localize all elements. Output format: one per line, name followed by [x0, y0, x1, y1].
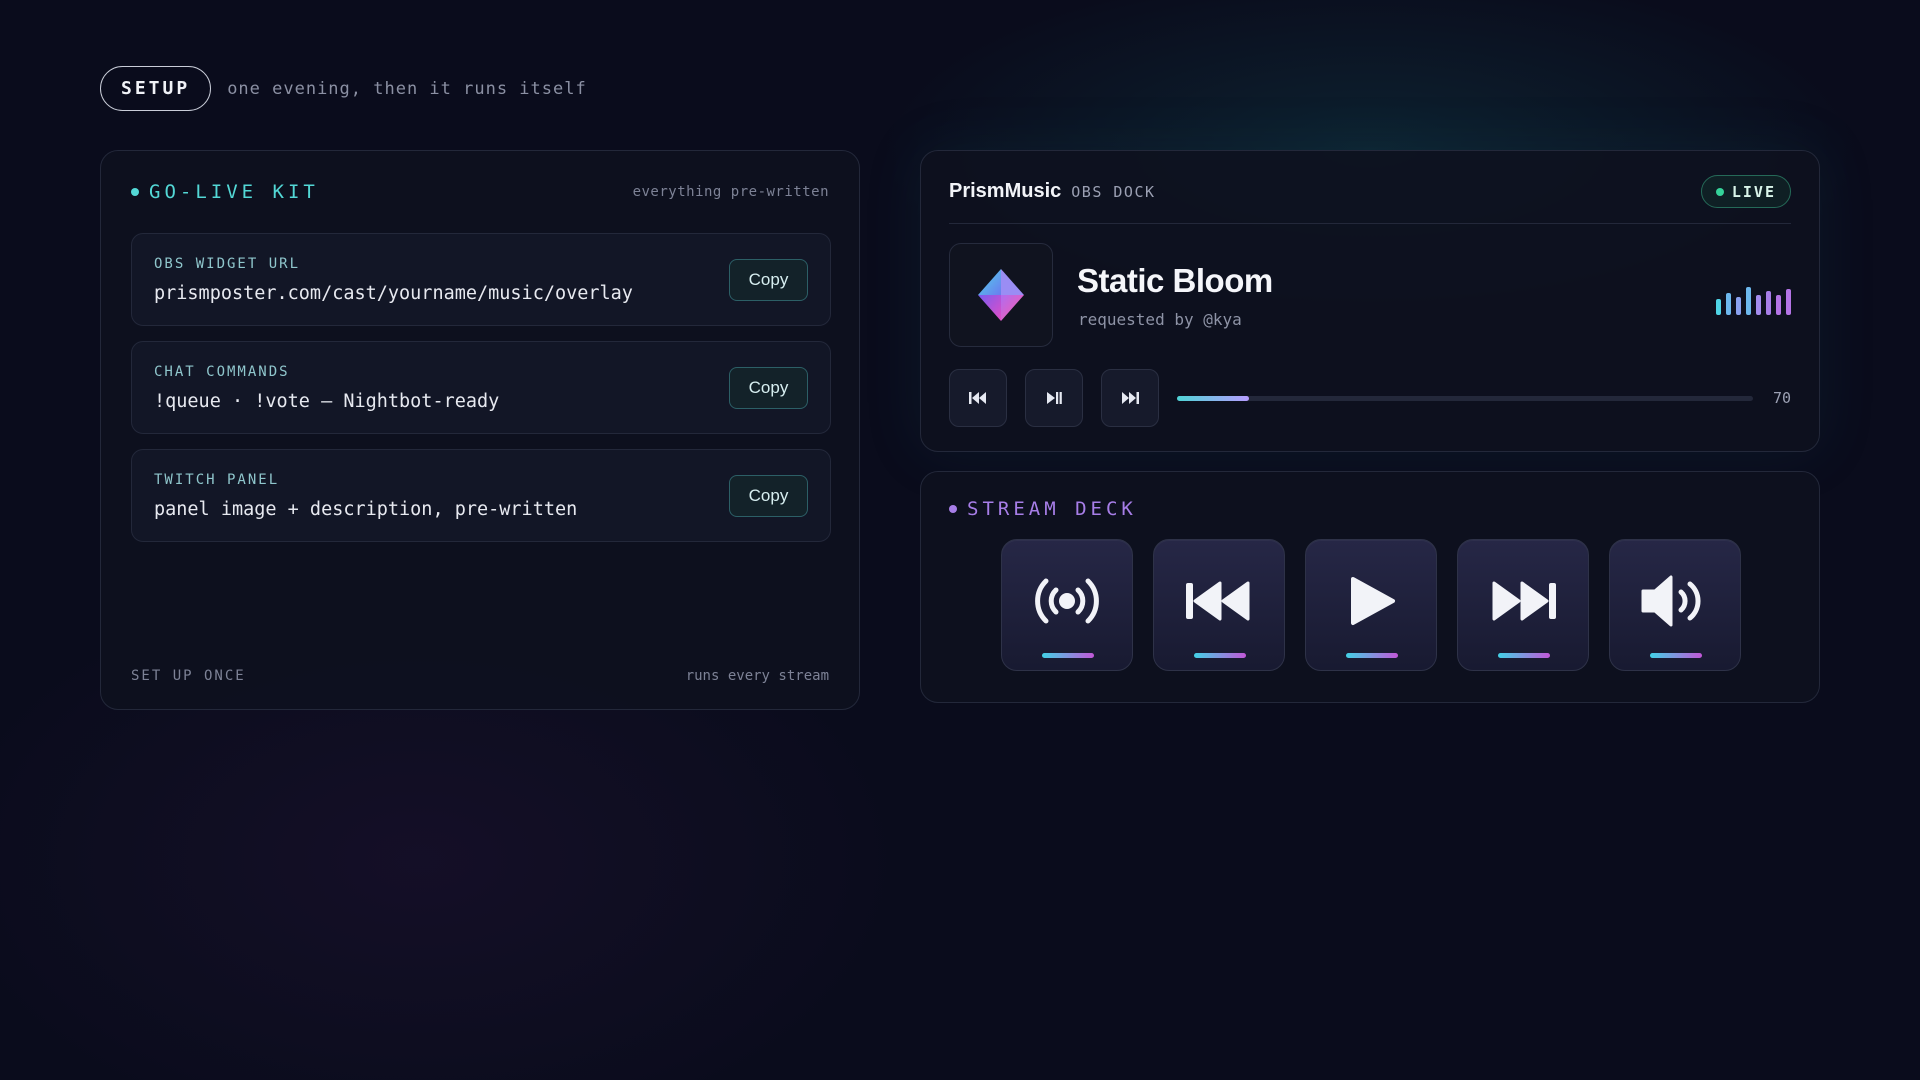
kit-card-obs-widget: OBS WIDGET URL prismposter.com/cast/your… [131, 233, 831, 326]
deck-button-play[interactable] [1305, 539, 1437, 671]
deck-button-accent [1194, 653, 1246, 658]
setup-pill: SETUP [100, 66, 212, 111]
dot-icon [131, 188, 139, 196]
play-pause-icon [1047, 392, 1062, 404]
stream-deck-title-text: STREAM DECK [967, 498, 1137, 520]
kit-card-label: OBS WIDGET URL [154, 256, 301, 272]
broadcast-icon [1035, 578, 1099, 624]
copy-button-obs-widget[interactable]: Copy [729, 259, 808, 301]
go-live-kit-title-text: GO-LIVE KIT [149, 181, 319, 203]
deck-button-accent [1346, 653, 1398, 658]
previous-icon [969, 392, 986, 404]
previous-button[interactable] [949, 369, 1007, 427]
previous-icon [1186, 581, 1250, 621]
stream-deck-panel: STREAM DECK [920, 471, 1820, 703]
play-icon [1351, 577, 1395, 625]
progress-value: 70 [1772, 389, 1791, 407]
kit-card-label: CHAT COMMANDS [154, 364, 290, 380]
track-title: Static Bloom [1077, 262, 1273, 299]
kit-card-value: panel image + description, pre-written [154, 499, 578, 520]
live-status-badge: LIVE [1700, 175, 1791, 208]
next-button[interactable] [1101, 369, 1159, 427]
prism-logo-icon [978, 269, 1024, 321]
audio-level-bars-icon [1716, 283, 1791, 315]
setup-header: SETUP one evening, then it runs itself [100, 66, 587, 111]
kit-card-label: TWITCH PANEL [154, 472, 280, 488]
brand-sub: OBS DOCK [1071, 183, 1156, 201]
go-live-kit-title: GO-LIVE KIT [131, 181, 319, 203]
deck-button-next[interactable] [1457, 539, 1589, 671]
kit-card-chat-commands: CHAT COMMANDS !queue · !vote — Nightbot-… [131, 341, 831, 434]
play-pause-button[interactable] [1025, 369, 1083, 427]
kit-card-value: !queue · !vote — Nightbot-ready [154, 391, 500, 412]
deck-button-previous[interactable] [1153, 539, 1285, 671]
deck-button-accent [1498, 653, 1550, 658]
kit-card-twitch-panel: TWITCH PANEL panel image + description, … [131, 449, 831, 542]
progress-slider[interactable] [1177, 396, 1753, 401]
live-status-text: LIVE [1731, 182, 1776, 201]
divider [949, 223, 1791, 224]
stream-deck-title: STREAM DECK [949, 498, 1137, 520]
copy-button-chat-commands[interactable]: Copy [729, 367, 808, 409]
progress-fill [1177, 396, 1249, 401]
next-icon [1122, 392, 1139, 404]
footer-setup-once: SET UP ONCE [131, 668, 246, 684]
deck-button-accent [1650, 653, 1702, 658]
obs-dock-panel: PrismMusic OBS DOCK LIVE Static Bloom re… [920, 150, 1820, 452]
setup-tagline: one evening, then it runs itself [227, 78, 587, 99]
volume-icon [1641, 575, 1701, 627]
live-dot-icon [1715, 187, 1724, 196]
dock-brand: PrismMusic OBS DOCK [949, 180, 1156, 203]
kit-card-value: prismposter.com/cast/yourname/music/over… [154, 283, 633, 304]
go-live-kit-panel: GO-LIVE KIT everything pre-written OBS W… [100, 150, 860, 710]
footer-runs-every-stream: runs every stream [685, 668, 829, 684]
brand-name: PrismMusic [949, 180, 1062, 202]
track-requested-by: requested by @kya [1078, 310, 1242, 329]
copy-button-twitch-panel[interactable]: Copy [729, 475, 808, 517]
deck-button-broadcast[interactable] [1001, 539, 1133, 671]
deck-button-accent [1042, 653, 1094, 658]
next-icon [1492, 581, 1556, 621]
dot-icon [949, 505, 957, 513]
deck-button-volume[interactable] [1609, 539, 1741, 671]
go-live-kit-note: everything pre-written [632, 184, 829, 200]
album-art [949, 243, 1053, 347]
